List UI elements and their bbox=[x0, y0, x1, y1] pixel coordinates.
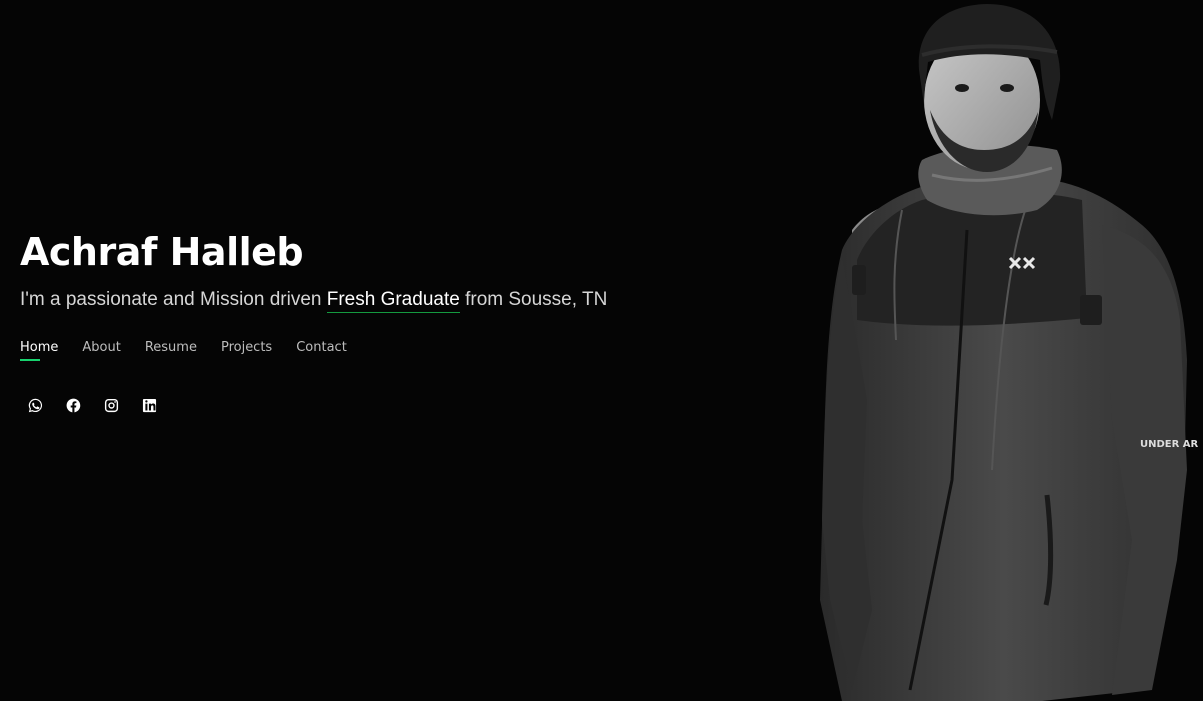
tagline-text-before: I'm a passionate and Mission driven bbox=[20, 289, 327, 310]
hero-tagline: I'm a passionate and Mission driven Fres… bbox=[20, 287, 607, 313]
profile-portrait: UNDER AR bbox=[812, 0, 1203, 701]
tagline-text-after: from Sousse, TN bbox=[459, 289, 608, 310]
portrait-illustration: UNDER AR bbox=[820, 4, 1199, 701]
facebook-icon bbox=[66, 398, 80, 412]
nav-item-about[interactable]: About bbox=[82, 340, 120, 361]
hero-section: Achraf Halleb I'm a passionate and Missi… bbox=[0, 0, 1203, 701]
facebook-link[interactable] bbox=[65, 397, 81, 413]
whatsapp-icon bbox=[28, 398, 42, 412]
instagram-link[interactable] bbox=[103, 397, 119, 413]
linkedin-icon bbox=[142, 398, 156, 412]
whatsapp-link[interactable] bbox=[27, 397, 43, 413]
nav-item-contact[interactable]: Contact bbox=[296, 340, 347, 361]
nav-item-home[interactable]: Home bbox=[20, 340, 58, 361]
main-nav: Home About Resume Projects Contact bbox=[20, 340, 347, 361]
hero-name: Achraf Halleb bbox=[20, 230, 304, 274]
tagline-highlight: Fresh Graduate bbox=[326, 289, 460, 313]
nav-item-projects[interactable]: Projects bbox=[221, 340, 272, 361]
jacket-brand-text: UNDER AR bbox=[1140, 439, 1199, 450]
nav-item-resume[interactable]: Resume bbox=[145, 340, 197, 361]
social-links bbox=[27, 397, 157, 413]
instagram-icon bbox=[104, 398, 118, 412]
linkedin-link[interactable] bbox=[141, 397, 157, 413]
